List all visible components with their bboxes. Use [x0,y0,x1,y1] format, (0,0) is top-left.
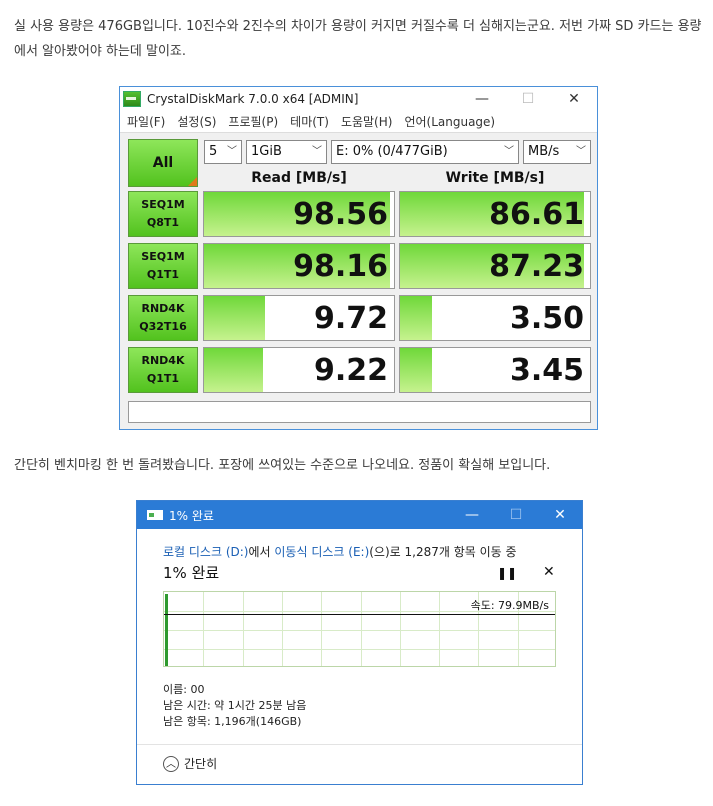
items-remaining: 남은 항목: 1,196개(146GB) [163,715,302,728]
write-result-3: 3.45 [399,347,591,393]
source-link[interactable]: 로컬 디스크 (D:) [163,545,248,559]
graph-gridline-v [361,592,362,666]
minimize-icon[interactable]: — [450,507,494,523]
middle-paragraph: 간단히 벤치마킹 한 번 돌려봤습니다. 포장에 쓰여있는 수준으로 나오네요.… [14,458,551,473]
read-header: Read [MB/s] [251,170,347,186]
fewer-details-button[interactable]: ︿ 간단히 [163,755,217,772]
graph-gridline-v [282,592,283,666]
copy-progress-dialog: 1% 완료 — ☐ ✕ 로컬 디스크 (D:)에서 이동식 디스크 (E:)(으… [136,500,583,785]
speed-graph: 속도: 79.9MB/s [163,591,556,667]
read-bar [204,296,265,340]
count-value: 5 [209,144,218,159]
chevron-down-icon: ﹀ [312,146,322,157]
read-result-0: 98.56 [203,191,395,237]
cdm-title: CrystalDiskMark 7.0.0 x64 [ADMIN] [147,91,359,106]
write-value: 87.23 [489,249,584,284]
destination-link[interactable]: 이동식 디스크 (E:) [274,545,369,559]
test-label-line1: RND4K [141,354,185,367]
graph-gridline-v [400,592,401,666]
minimize-icon[interactable]: — [459,91,505,107]
graph-gridline-v [321,592,322,666]
copy-title: 1% 완료 [169,508,214,523]
speed-line [164,614,555,615]
close-icon[interactable]: ✕ [551,91,597,107]
write-bar [400,348,433,392]
menu-settings[interactable]: 설정(S) [171,113,222,130]
test-label-line2: Q8T1 [146,216,180,229]
write-bar [400,296,433,340]
graph-gridline-h [164,649,555,650]
chevron-down-icon: ﹀ [504,146,514,157]
read-value: 9.72 [313,301,388,336]
unit-select[interactable]: MB/s ﹀ [523,140,591,164]
chevron-down-icon: ﹀ [227,146,237,157]
read-result-1: 98.16 [203,243,395,289]
from-suffix: (으)로 1,287개 항목 이동 중 [369,545,517,559]
disk-icon [123,90,141,107]
divider [137,744,582,745]
comment-field[interactable] [128,401,591,423]
cancel-icon[interactable]: ✕ [543,564,555,580]
fewer-details-label: 간단히 [184,757,218,771]
read-result-2: 9.72 [203,295,395,341]
write-result-2: 3.50 [399,295,591,341]
test-label-0[interactable]: SEQ1M Q8T1 [128,191,198,237]
transfer-description: 로컬 디스크 (D:)에서 이동식 디스크 (E:)(으)로 1,287개 항목… [163,543,517,560]
menu-language[interactable]: 언어(Language) [398,113,501,130]
progress-fill [165,594,168,666]
cdm-menubar: 파일(F) 설정(S) 프로필(P) 테마(T) 도움말(H) 언어(Langu… [120,110,597,133]
test-label-line1: SEQ1M [141,250,185,263]
copy-titlebar[interactable]: 1% 완료 — ☐ ✕ [137,501,582,529]
write-value: 3.45 [509,353,584,388]
all-button[interactable]: All [128,139,198,187]
size-value: 1GiB [251,144,282,159]
cdm-titlebar[interactable]: CrystalDiskMark 7.0.0 x64 [ADMIN] — ☐ ✕ [120,87,597,110]
test-label-line1: RND4K [141,302,185,315]
speed-readout: 속도: 79.9MB/s [470,599,549,612]
read-bar [204,348,263,392]
drive-select[interactable]: E: 0% (0/477GiB) ﹀ [331,140,519,164]
test-label-line2: Q1T1 [146,268,180,281]
read-value: 9.22 [313,353,388,388]
close-icon[interactable]: ✕ [538,507,582,523]
graph-gridline-v [439,592,440,666]
test-label-1[interactable]: SEQ1M Q1T1 [128,243,198,289]
size-select[interactable]: 1GiB ﹀ [246,140,327,164]
graph-gridline-v [243,592,244,666]
menu-help[interactable]: 도움말(H) [335,113,399,130]
pause-icon[interactable]: ❚❚ [497,566,517,580]
read-value: 98.56 [293,197,388,232]
from-connector: 에서 [248,545,275,559]
test-label-line2: Q1T1 [146,372,180,385]
percent-complete: 1% 완료 [163,564,220,582]
maximize-icon[interactable]: ☐ [505,91,551,107]
maximize-icon[interactable]: ☐ [494,507,538,523]
drive-value: E: 0% (0/477GiB) [336,144,448,159]
test-label-3[interactable]: RND4K Q1T1 [128,347,198,393]
test-label-2[interactable]: RND4K Q32T16 [128,295,198,341]
menu-file[interactable]: 파일(F) [120,113,171,130]
write-value: 3.50 [509,301,584,336]
chevron-up-icon: ︿ [163,755,179,772]
copy-icon [147,510,163,520]
chevron-down-icon: ﹀ [576,146,586,157]
file-name: 이름: 00 [163,683,205,696]
unit-value: MB/s [528,144,560,159]
intro-paragraph: 실 사용 용량은 476GB입니다. 10진수와 2진수의 차이가 용량이 커지… [14,19,702,59]
write-result-1: 87.23 [399,243,591,289]
graph-gridline-v [203,592,204,666]
read-value: 98.16 [293,249,388,284]
write-value: 86.61 [489,197,584,232]
menu-theme[interactable]: 테마(T) [284,113,335,130]
crystaldiskmark-window: CrystalDiskMark 7.0.0 x64 [ADMIN] — ☐ ✕ … [119,86,598,430]
write-result-0: 86.61 [399,191,591,237]
read-result-3: 9.22 [203,347,395,393]
menu-profile[interactable]: 프로필(P) [222,113,284,130]
count-select[interactable]: 5 ﹀ [204,140,242,164]
time-remaining: 남은 시간: 약 1시간 25분 남음 [163,699,307,712]
test-label-line2: Q32T16 [139,320,187,333]
write-header: Write [MB/s] [445,170,545,186]
graph-gridline-h [164,630,555,631]
test-label-line1: SEQ1M [141,198,185,211]
